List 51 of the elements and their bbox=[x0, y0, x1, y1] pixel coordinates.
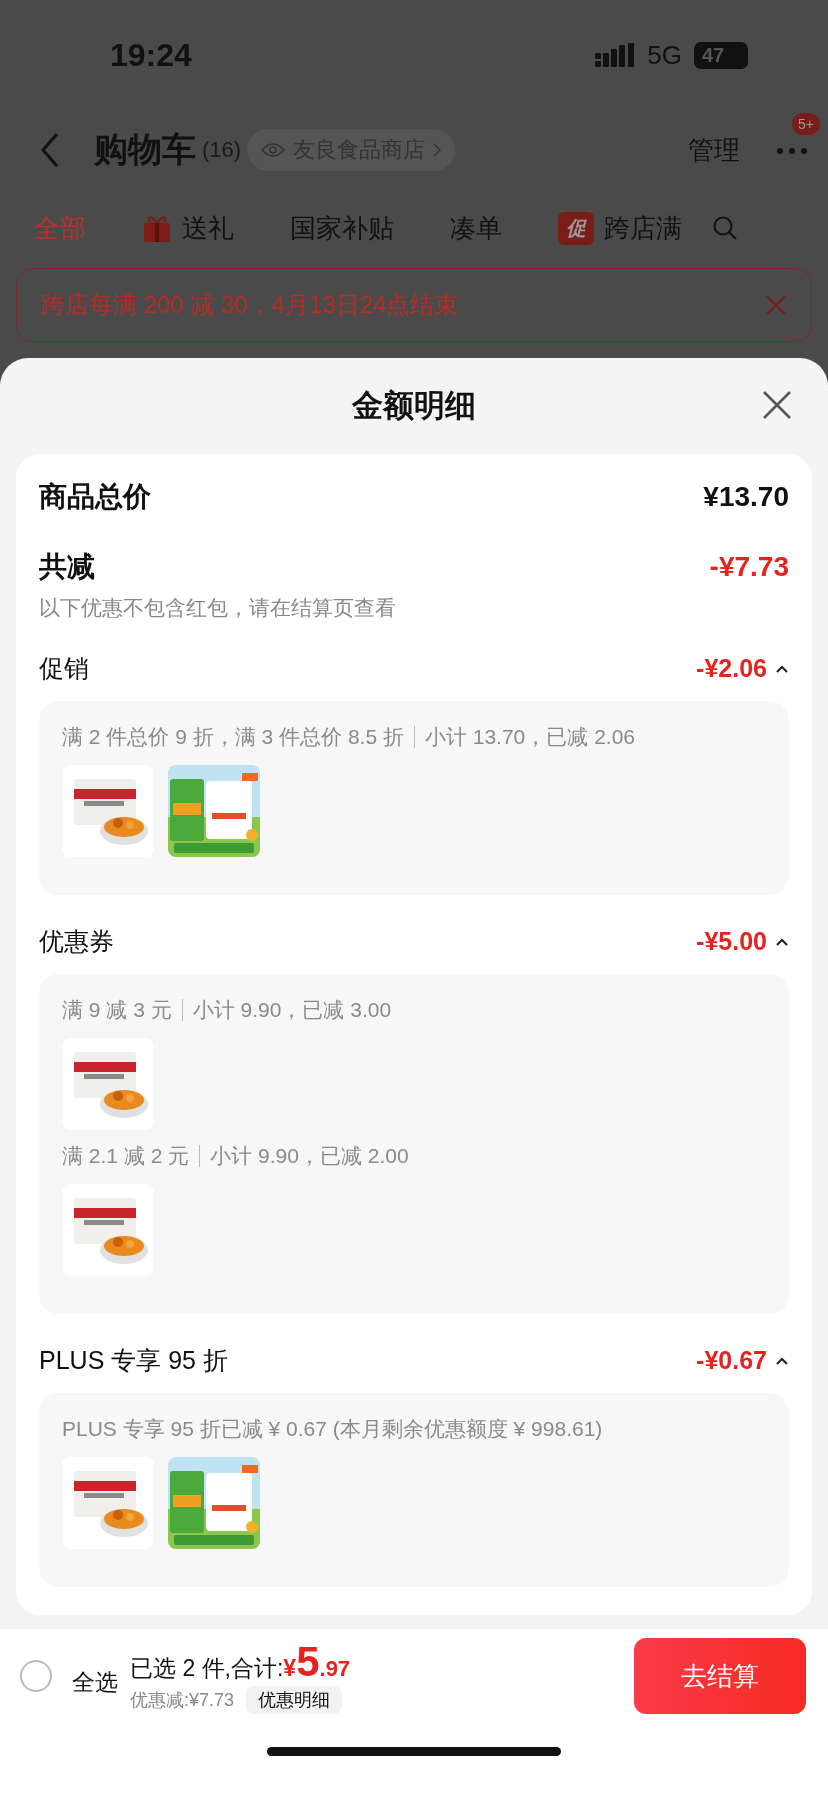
signal-icon bbox=[595, 43, 636, 67]
select-all-checkbox[interactable] bbox=[20, 1660, 52, 1692]
gift-icon bbox=[142, 213, 172, 243]
close-icon bbox=[765, 294, 787, 316]
section-title: 促销 bbox=[39, 653, 89, 684]
caret-up-icon[interactable] bbox=[775, 1355, 789, 1366]
rule-text: PLUS 专享 95 折已减 ¥ 0.67 (本月剩余优惠额度 ¥ 998.61) bbox=[62, 1416, 603, 1442]
page-title: 购物车 bbox=[94, 129, 196, 170]
subtotal-text: 小计 9.90，已减 2.00 bbox=[210, 1143, 409, 1169]
discount-value: -¥7.73 bbox=[709, 551, 789, 583]
battery-icon: 47 bbox=[694, 41, 748, 69]
subtotal-text: 小计 13.70，已减 2.06 bbox=[424, 724, 635, 750]
rule-text: 满 9 减 3 元 bbox=[62, 997, 172, 1023]
subtotal-text: 小计 9.90，已减 3.00 bbox=[192, 997, 392, 1023]
filter-tab[interactable]: 送礼 bbox=[142, 210, 234, 246]
network-label: 5G bbox=[647, 39, 682, 71]
caret-up-icon[interactable] bbox=[775, 936, 789, 947]
section-amount: -¥0.67 bbox=[696, 1346, 767, 1375]
caret-up-icon[interactable] bbox=[775, 663, 789, 674]
manage-button[interactable]: 管理 bbox=[688, 132, 740, 168]
sheet-title: 金额明细 bbox=[352, 387, 476, 425]
section-title: 优惠券 bbox=[39, 926, 114, 957]
promo-tag: 促 bbox=[558, 211, 594, 245]
total-price: ¥5.97 bbox=[283, 1638, 351, 1686]
eye-icon bbox=[261, 142, 286, 158]
rule-text: 满 2.1 减 2 元 bbox=[62, 1143, 190, 1169]
back-icon bbox=[40, 132, 60, 168]
filter-tab[interactable]: 促 跨店满 bbox=[558, 210, 682, 246]
discount-label: 共减 bbox=[39, 550, 95, 584]
search-icon bbox=[712, 215, 738, 241]
filter-tab[interactable]: 凑单 bbox=[450, 210, 502, 246]
status-time: 19:24 bbox=[110, 36, 192, 74]
filter-tab[interactable]: 全部 bbox=[34, 210, 86, 246]
filter-tab[interactable]: 国家补贴 bbox=[290, 210, 394, 246]
selection-summary: 已选 2 件,合计: bbox=[130, 1654, 284, 1683]
notification-badge: 5+ bbox=[792, 113, 820, 135]
section-amount: -¥2.06 bbox=[696, 654, 767, 683]
saved-amount: 优惠减:¥7.73 bbox=[130, 1689, 235, 1712]
discount-details-button[interactable]: 优惠明细 bbox=[246, 1686, 343, 1714]
select-all-label[interactable]: 全选 bbox=[72, 1666, 118, 1698]
total-value: ¥13.70 bbox=[703, 481, 789, 513]
checkout-button[interactable]: 去结算 bbox=[634, 1638, 806, 1714]
total-label: 商品总价 bbox=[39, 480, 151, 514]
banner-text: 跨店每满 200 减 30，4月13日24点结束 bbox=[41, 290, 459, 320]
discount-note: 以下优惠不包含红包，请在结算页查看 bbox=[39, 595, 397, 621]
more-icon bbox=[776, 147, 808, 155]
section-amount: -¥5.00 bbox=[696, 927, 767, 956]
rule-text: 满 2 件总价 9 折，满 3 件总价 8.5 折 bbox=[62, 724, 404, 750]
section-title: PLUS 专享 95 折 bbox=[39, 1345, 228, 1376]
chevron-icon bbox=[433, 143, 442, 157]
close-icon bbox=[762, 390, 792, 420]
